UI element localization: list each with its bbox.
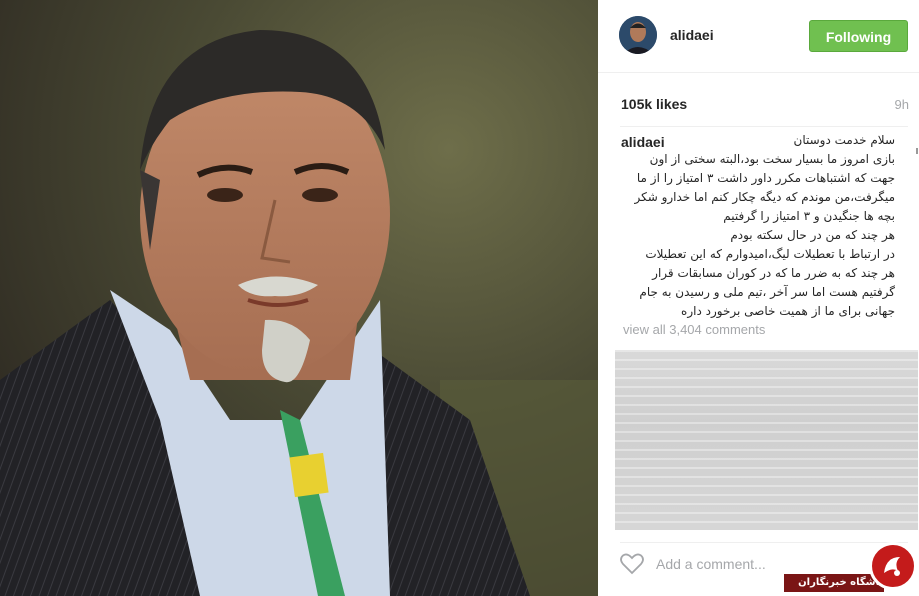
following-button[interactable]: Following <box>809 20 908 52</box>
username-link[interactable]: alidaei <box>670 27 714 43</box>
caption-text: سلام خدمت دوستان بازی امروز ما بسیار سخت… <box>620 131 895 321</box>
post-panel: alidaei Following 105k likes 9h alidaei … <box>598 0 919 596</box>
caption-line: هر چند که من در حال سکته بودم <box>730 228 895 242</box>
caption-line: هر چند که به ضرر ما که در کوران مسابقات … <box>652 266 895 280</box>
avatar[interactable] <box>619 16 657 54</box>
divider <box>620 126 908 127</box>
heart-icon[interactable] <box>620 553 644 575</box>
badge-text: باشگاه خبرنگاران <box>798 577 883 588</box>
logo-icon <box>869 542 917 590</box>
caption-line: میگرفت،من موندم که دیگه چکار کنم اما خدا… <box>634 190 895 204</box>
watermark-badge: باشگاه خبرنگاران <box>784 540 919 596</box>
view-all-comments-link[interactable]: view all 3,404 comments <box>623 322 765 337</box>
post-photo <box>0 0 598 596</box>
caption-line: جهانی برای ما از همیت خاصی برخورد داره <box>681 304 895 318</box>
likes-count[interactable]: 105k likes <box>621 96 687 112</box>
caption-line: بازی امروز ما بسیار سخت بود،البته سختی ا… <box>649 152 895 166</box>
post-header: alidaei Following <box>598 0 919 73</box>
scroll-indicator[interactable] <box>916 148 918 154</box>
caption-line: جهت که اشتباهات مکرر داور داشت ۳ امتیاز … <box>636 171 895 185</box>
blurred-comments <box>615 350 918 530</box>
caption-line: در ارتباط با تعطیلات لیگ،امیدوارم که این… <box>645 247 895 261</box>
post-time[interactable]: 9h <box>895 97 909 112</box>
caption-line: گرفتیم هست اما سر آخر ،تیم ملی و رسیدن ب… <box>639 285 895 299</box>
caption-line: سلام خدمت دوستان <box>793 133 895 147</box>
caption-line: بچه ها جنگیدن و ۳ امتیاز را گرفتیم <box>723 209 895 223</box>
add-comment-input[interactable]: Add a comment... <box>656 556 766 572</box>
